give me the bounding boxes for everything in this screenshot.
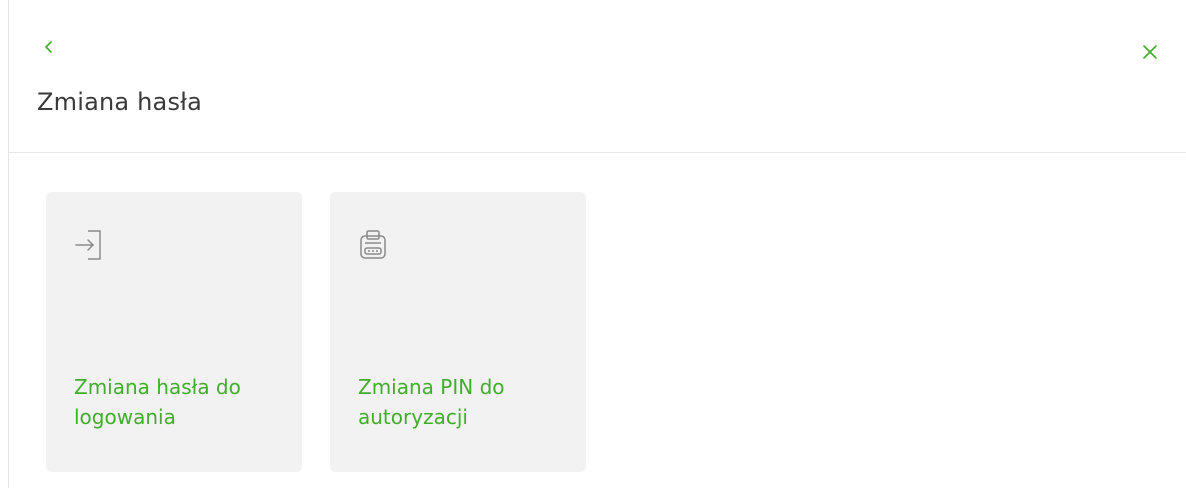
pin-device-icon: [360, 230, 386, 259]
change-password-panel: Zmiana hasła Zmiana hasła do logowania Z…: [0, 0, 1186, 488]
tile-label: Zmiana PIN do autoryzacji: [358, 375, 505, 429]
close-button[interactable]: [1138, 40, 1162, 64]
chevron-left-icon: [45, 41, 52, 53]
tile-change-authorization-pin[interactable]: Zmiana PIN do autoryzacji: [330, 192, 586, 472]
login-icon: [75, 230, 101, 260]
panel-left-border: [8, 0, 9, 488]
tile-change-login-password[interactable]: Zmiana hasła do logowania: [46, 192, 302, 472]
page-title: Zmiana hasła: [37, 88, 203, 116]
header-divider: [9, 152, 1186, 153]
back-button[interactable]: [38, 36, 60, 58]
tile-label: Zmiana hasła do logowania: [74, 375, 241, 429]
close-icon: [1143, 45, 1157, 59]
